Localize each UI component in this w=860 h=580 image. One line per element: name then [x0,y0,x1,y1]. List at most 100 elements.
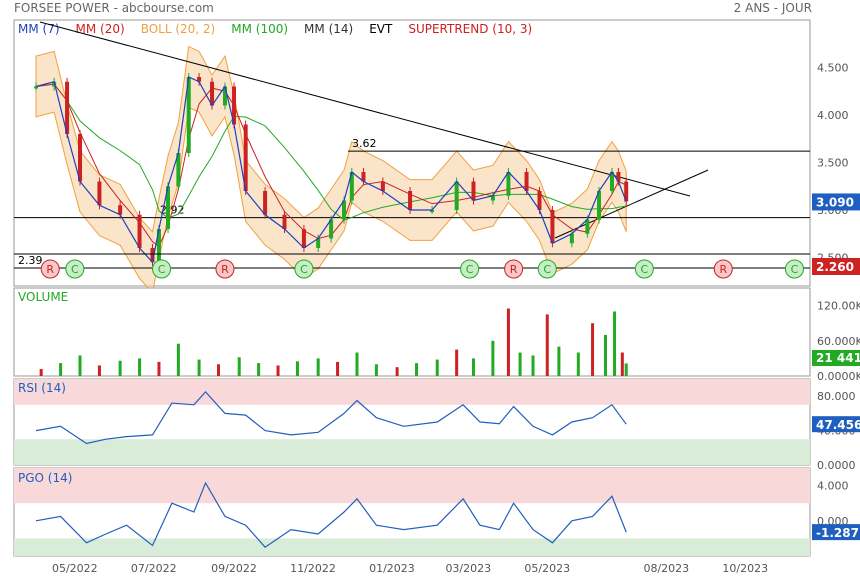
chart-container: FORSEE POWER - abcbourse.com 2 ANS - JOU… [0,0,860,580]
volume-bar [531,355,535,376]
price-ytick-1: 4.000 [817,109,849,122]
signal-letter-8: C [640,263,648,276]
volume-bar [545,314,549,376]
volume-ytick-0: 120.00K [817,300,860,313]
signal-letter-4: C [300,263,308,276]
x-tick-8: 10/2023 [722,562,768,575]
volume-ytick-2: 0.0000K [817,370,860,383]
volume-bar [59,363,63,376]
volume-bar [471,358,475,376]
volume-bar [518,352,522,376]
candle-body [585,219,590,234]
volume-title: VOLUME [18,290,68,304]
signal-letter-10: C [791,263,799,276]
volume-bar [620,352,624,376]
candle-body [282,214,287,229]
rsi-ytick-0: 80.000 [817,390,856,403]
x-tick-6: 05/2023 [524,562,570,575]
candle-body [408,191,413,210]
x-tick-3: 11/2022 [290,562,336,575]
pgo-last-label: -1.287 [816,526,859,540]
pgo-upper-zone [14,468,810,504]
pgo-ytick-0: 4.000 [817,480,849,493]
signal-value-label: 2.260 [816,260,854,274]
candle-body [471,181,476,201]
legend-item-6: SUPERTREND (10, 3) [408,22,532,36]
volume-bar [576,352,580,376]
volume-bar [39,368,43,376]
rsi-last-label: 47.456 [816,418,860,432]
legend-item-3: MM (100) [231,22,288,36]
x-tick-0: 05/2022 [52,562,98,575]
volume-bar [603,334,607,376]
candle-body [137,214,142,248]
x-tick-4: 01/2023 [369,562,415,575]
candle-body [569,233,574,244]
candle-body [301,229,306,248]
candle-body [118,205,123,215]
candle-body [380,181,385,191]
volume-bar [197,359,201,376]
volume-bar [591,323,595,376]
volume-bar [613,311,617,376]
pgo-lower-zone [14,538,810,556]
x-tick-2: 09/2022 [211,562,257,575]
candle-body [263,191,268,215]
candle-body [97,181,102,206]
volume-bar [455,349,459,376]
volume-bar [435,359,439,376]
candle-body [454,181,459,210]
level-label-0: 3.62 [352,137,377,150]
x-tick-7: 08/2023 [643,562,689,575]
rsi-oversold-zone [14,439,810,465]
signal-letter-0: R [46,263,54,276]
volume-bar [78,355,82,376]
volume-bar [355,352,359,376]
signal-letter-5: C [466,263,474,276]
volume-bar [157,361,161,376]
volume-bar [217,364,221,376]
level-label-2: 2.39 [18,254,43,267]
volume-bar [624,363,628,376]
rsi-overbought-zone [14,379,810,405]
volume-bar [374,364,378,376]
candle-body [524,172,529,191]
signal-letter-7: C [543,263,551,276]
volume-bar [257,363,261,376]
legend-item-2: BOLL (20, 2) [141,22,216,36]
volume-bar [336,361,340,376]
legend-item-5: EVT [369,22,393,36]
volume-bar [118,360,122,376]
volume-bar [557,346,561,376]
volume-ytick-1: 60.000K [817,335,860,348]
x-tick-1: 07/2022 [131,562,177,575]
signal-letter-3: R [221,263,229,276]
volume-bar [138,358,142,376]
volume-bar [295,361,299,376]
volume-bar [395,367,399,376]
candle-body [34,86,39,89]
rsi-title: RSI (14) [18,381,66,395]
volume-bar [276,365,280,376]
signal-letter-1: C [71,263,79,276]
candle-body [506,172,511,196]
chart-svg: MM (7) MM (20) BOLL (20, 2) MM (100) MM (14)… [13,19,860,575]
legend-item-4: MM (14) [304,22,353,36]
signal-letter-2: C [158,263,166,276]
price-ytick-0: 4.500 [817,62,849,75]
price-ytick-2: 3.500 [817,157,849,170]
x-tick-5: 03/2023 [445,562,491,575]
volume-bar [237,357,241,376]
legend-item-0: MM (7) [18,22,60,36]
rsi-ytick-2: 0.0000 [817,459,856,472]
volume-bar [415,363,419,376]
volume-bar [491,340,495,376]
volume-bar [316,358,320,376]
volume-bar [97,365,101,376]
volume-panel [13,287,811,377]
volume-bar [506,308,510,376]
volume-last-label: 21 441 [816,351,860,365]
signal-letter-6: R [510,263,518,276]
volume-bar [176,343,180,376]
price-last-label: 3.090 [816,195,854,209]
